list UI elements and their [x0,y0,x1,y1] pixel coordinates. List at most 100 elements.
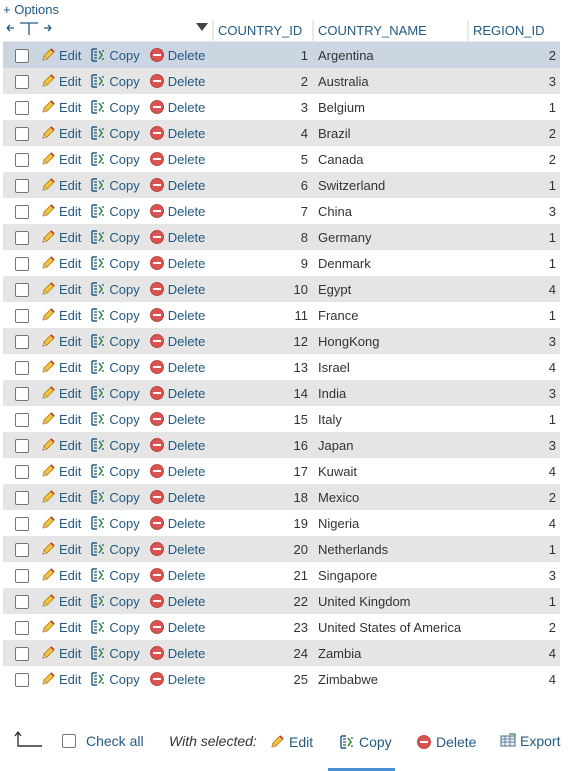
row-checkbox[interactable] [15,672,29,687]
edit-row-button[interactable]: Edit [40,645,81,662]
country-name-cell[interactable]: Zambia [312,640,467,666]
edit-row-button[interactable]: Edit [40,515,81,532]
bulk-delete-button[interactable]: Delete [416,733,476,750]
country-id-cell[interactable]: 3 [212,94,312,120]
copy-row-button[interactable]: Copy [90,177,140,194]
delete-row-button[interactable]: Delete [149,307,205,324]
copy-row-button[interactable]: Copy [90,619,140,636]
copy-row-button[interactable]: Copy [90,541,140,558]
region-id-cell[interactable]: 2 [467,146,560,172]
row-checkbox[interactable] [15,100,29,115]
country-name-cell[interactable]: Italy [312,406,467,432]
row-checkbox[interactable] [15,620,29,635]
table-row[interactable]: Edit Copy Delete 24 Zambia 4 [3,640,560,666]
country-id-cell[interactable]: 4 [212,120,312,146]
country-id-cell[interactable]: 20 [212,536,312,562]
copy-row-button[interactable]: Copy [90,385,140,402]
country-name-cell[interactable]: Egypt [312,276,467,302]
table-row[interactable]: Edit Copy Delete 15 Italy 1 [3,406,560,432]
country-id-cell[interactable]: 5 [212,146,312,172]
copy-row-button[interactable]: Copy [90,567,140,584]
row-checkbox[interactable] [15,282,29,297]
country-name-cell[interactable]: HongKong [312,328,467,354]
country-id-cell[interactable]: 16 [212,432,312,458]
edit-row-button[interactable]: Edit [40,411,81,428]
region-id-cell[interactable]: 3 [467,380,560,406]
column-expand-arrows-icon[interactable] [5,20,53,41]
delete-row-button[interactable]: Delete [149,177,205,194]
region-id-cell[interactable]: 1 [467,536,560,562]
delete-row-button[interactable]: Delete [149,489,205,506]
edit-row-button[interactable]: Edit [40,489,81,506]
edit-row-button[interactable]: Edit [40,541,81,558]
edit-row-button[interactable]: Edit [40,125,81,142]
delete-row-button[interactable]: Delete [149,229,205,246]
table-row[interactable]: Edit Copy Delete 25 Zimbabwe 4 [3,666,560,692]
delete-row-button[interactable]: Delete [149,541,205,558]
edit-row-button[interactable]: Edit [40,463,81,480]
bulk-edit-button[interactable]: Edit [269,733,313,750]
edit-row-button[interactable]: Edit [40,567,81,584]
table-row[interactable]: Edit Copy Delete 3 Belgium 1 [3,94,560,120]
table-row[interactable]: Edit Copy Delete 16 Japan 3 [3,432,560,458]
country-name-cell[interactable]: Canada [312,146,467,172]
check-all-checkbox[interactable] [62,734,76,748]
delete-row-button[interactable]: Delete [149,151,205,168]
delete-row-button[interactable]: Delete [149,281,205,298]
table-row[interactable]: Edit Copy Delete 22 United Kingdom 1 [3,588,560,614]
country-id-cell[interactable]: 24 [212,640,312,666]
sort-dropdown-icon[interactable] [196,23,208,31]
region-id-cell[interactable]: 3 [467,328,560,354]
region-id-cell[interactable]: 4 [467,510,560,536]
bulk-export-button[interactable]: Export [500,733,560,749]
region-id-cell[interactable]: 4 [467,458,560,484]
copy-row-button[interactable]: Copy [90,281,140,298]
options-link[interactable]: + Options [3,2,59,18]
country-name-cell[interactable]: United States of America [312,614,467,640]
edit-row-button[interactable]: Edit [40,203,81,220]
country-name-cell[interactable]: Denmark [312,250,467,276]
country-id-cell[interactable]: 25 [212,666,312,692]
region-id-cell[interactable]: 2 [467,120,560,146]
table-row[interactable]: Edit Copy Delete 12 HongKong 3 [3,328,560,354]
delete-row-button[interactable]: Delete [149,359,205,376]
row-checkbox[interactable] [15,542,29,557]
table-row[interactable]: Edit Copy Delete 14 India 3 [3,380,560,406]
country-id-cell[interactable]: 19 [212,510,312,536]
row-checkbox[interactable] [15,178,29,193]
copy-row-button[interactable]: Copy [90,229,140,246]
country-id-cell[interactable]: 13 [212,354,312,380]
edit-row-button[interactable]: Edit [40,385,81,402]
copy-row-button[interactable]: Copy [90,515,140,532]
table-row[interactable]: Edit Copy Delete 11 France 1 [3,302,560,328]
copy-row-button[interactable]: Copy [90,255,140,272]
copy-row-button[interactable]: Copy [90,411,140,428]
country-id-cell[interactable]: 6 [212,172,312,198]
row-checkbox[interactable] [15,568,29,583]
row-checkbox[interactable] [15,594,29,609]
row-checkbox[interactable] [15,490,29,505]
delete-row-button[interactable]: Delete [149,99,205,116]
column-header-region-id[interactable]: REGION_ID [467,20,560,42]
copy-row-button[interactable]: Copy [90,47,140,64]
copy-row-button[interactable]: Copy [90,203,140,220]
country-name-cell[interactable]: Zimbabwe [312,666,467,692]
edit-row-button[interactable]: Edit [40,333,81,350]
country-id-cell[interactable]: 1 [212,42,312,68]
row-checkbox[interactable] [15,230,29,245]
delete-row-button[interactable]: Delete [149,593,205,610]
country-id-cell[interactable]: 9 [212,250,312,276]
country-name-cell[interactable]: Mexico [312,484,467,510]
country-id-cell[interactable]: 12 [212,328,312,354]
table-row[interactable]: Edit Copy Delete 10 Egypt 4 [3,276,560,302]
row-checkbox[interactable] [15,74,29,89]
region-id-cell[interactable]: 2 [467,42,560,68]
country-id-cell[interactable]: 10 [212,276,312,302]
edit-row-button[interactable]: Edit [40,359,81,376]
bulk-copy-button[interactable]: Copy [339,733,392,750]
edit-row-button[interactable]: Edit [40,281,81,298]
region-id-cell[interactable]: 4 [467,640,560,666]
table-row[interactable]: Edit Copy Delete 8 Germany 1 [3,224,560,250]
edit-row-button[interactable]: Edit [40,255,81,272]
copy-row-button[interactable]: Copy [90,489,140,506]
